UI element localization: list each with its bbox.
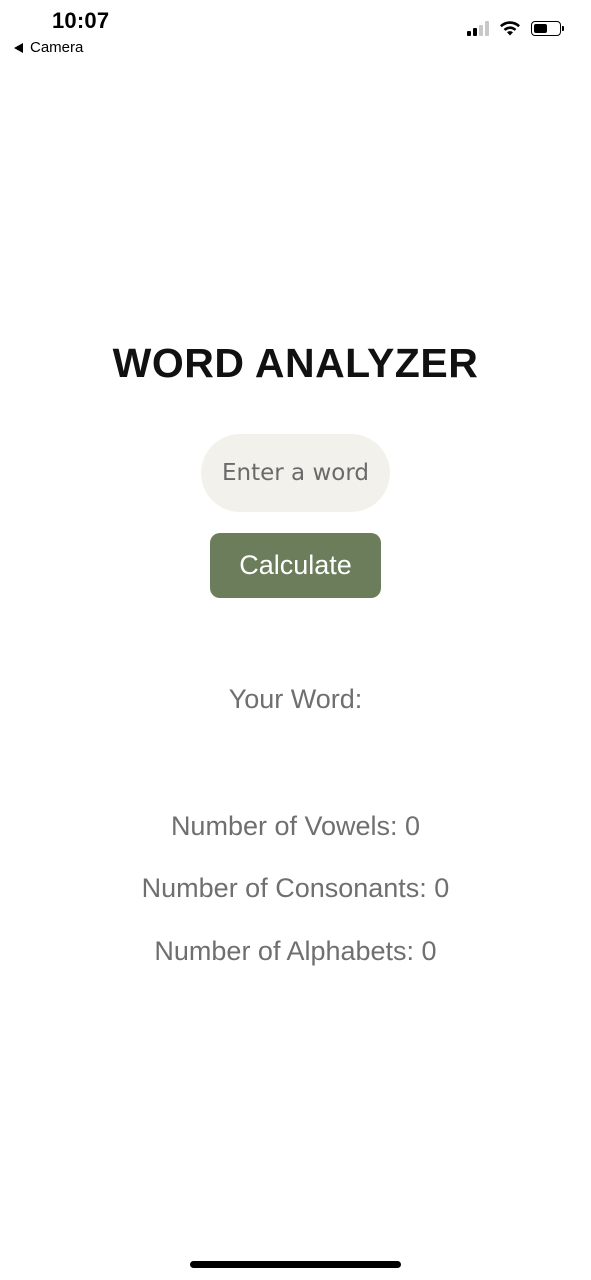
home-indicator[interactable] <box>190 1261 401 1268</box>
back-to-app-link[interactable]: Camera <box>14 39 83 56</box>
battery-fill <box>534 23 547 33</box>
consonants-count: Number of Consonants: 0 <box>141 873 450 903</box>
signal-icon <box>467 20 489 36</box>
status-indicators <box>467 20 564 36</box>
calculate-button[interactable]: Calculate <box>210 533 381 598</box>
status-time: 10:07 <box>52 8 110 33</box>
word-input[interactable] <box>201 434 390 512</box>
alphabets-count: Number of Alphabets: 0 <box>154 936 437 966</box>
your-word-label: Your Word: <box>228 684 363 714</box>
vowels-count: Number of Vowels: 0 <box>170 811 421 841</box>
back-app-label: Camera <box>30 39 84 56</box>
page-title: WORD ANALYZER <box>112 340 479 386</box>
back-arrow-icon <box>14 42 23 53</box>
battery-icon <box>531 20 564 36</box>
wifi-icon <box>500 21 520 36</box>
